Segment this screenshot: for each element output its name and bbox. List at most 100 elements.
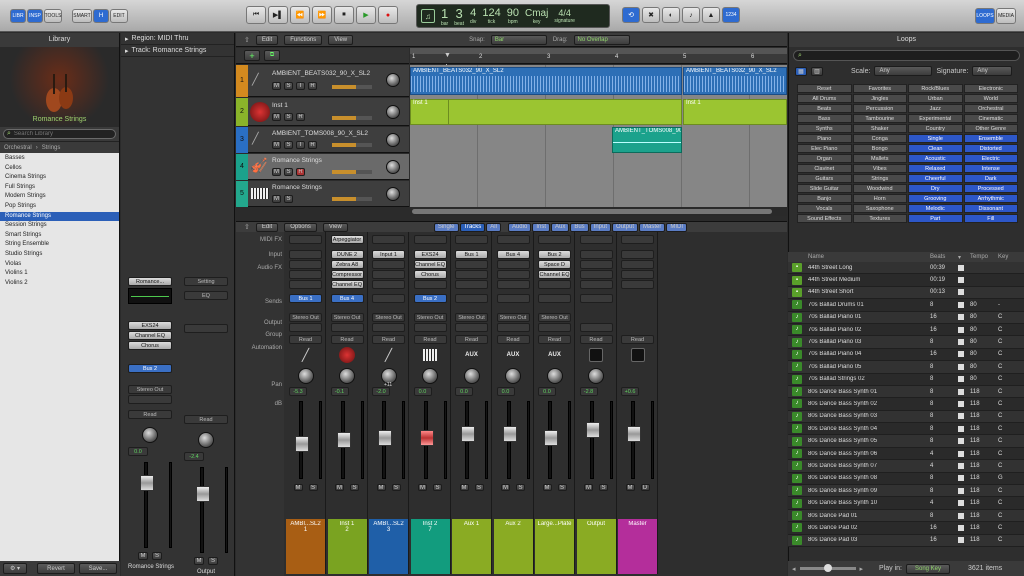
keyword-button[interactable]: Shaker bbox=[852, 124, 907, 133]
cycle-icon[interactable]: ⟲ bbox=[622, 7, 640, 23]
empty-fx-slot[interactable] bbox=[372, 260, 405, 269]
output-slot[interactable]: Stereo Out bbox=[455, 313, 488, 322]
solo-button[interactable]: S bbox=[557, 484, 567, 491]
filter-all[interactable]: All bbox=[486, 222, 501, 232]
midi-region[interactable]: Inst 1 bbox=[683, 99, 787, 125]
audio-fx-slot[interactable]: Compressor bbox=[330, 270, 364, 279]
inspector-button[interactable]: INSP bbox=[27, 9, 43, 23]
favorite-checkbox[interactable] bbox=[958, 500, 964, 507]
solo-button[interactable]: S bbox=[284, 195, 293, 203]
audio-fx-slot[interactable]: Channel EQ bbox=[413, 260, 447, 269]
solo-icon[interactable]: ♪ bbox=[682, 7, 700, 23]
keyword-button[interactable]: Fill bbox=[963, 214, 1018, 223]
rewind-icon[interactable]: ⏪ bbox=[290, 6, 310, 24]
favorite-checkbox[interactable] bbox=[958, 537, 964, 544]
favorite-checkbox[interactable] bbox=[958, 450, 964, 457]
input-slot[interactable] bbox=[579, 250, 613, 259]
favorite-checkbox[interactable] bbox=[958, 475, 964, 482]
revert-button[interactable]: Revert bbox=[37, 563, 75, 574]
library-item[interactable]: Session Strings bbox=[0, 221, 119, 231]
track-name[interactable]: Inst 1 bbox=[272, 102, 288, 109]
volume-fader[interactable] bbox=[195, 467, 210, 553]
fader-cap[interactable] bbox=[544, 430, 558, 446]
keyword-button[interactable]: Bongo bbox=[852, 144, 907, 153]
fader-cap[interactable] bbox=[585, 422, 600, 438]
keyword-button[interactable]: Textures bbox=[852, 214, 907, 223]
back-icon[interactable]: ⇧ bbox=[244, 36, 250, 44]
pan-knob[interactable] bbox=[339, 368, 355, 384]
column-view-icon[interactable]: ▥ bbox=[811, 66, 823, 76]
keyword-button[interactable]: Slide Guitar bbox=[797, 184, 852, 193]
library-item[interactable]: Violins 1 bbox=[0, 269, 119, 279]
output-slot[interactable]: Stereo Out bbox=[538, 313, 571, 322]
pan-knob[interactable] bbox=[588, 368, 604, 384]
favorite-checkbox[interactable] bbox=[958, 314, 964, 321]
empty-fx-slot[interactable] bbox=[621, 270, 654, 279]
empty-fx-slot[interactable] bbox=[621, 260, 654, 269]
favorite-checkbox[interactable] bbox=[958, 438, 964, 445]
favorite-checkbox[interactable] bbox=[958, 363, 964, 370]
playhead-icon[interactable]: ▼ bbox=[444, 52, 451, 59]
mixer-options-menu[interactable]: Options bbox=[284, 222, 317, 232]
midi-fx-slot[interactable] bbox=[496, 235, 530, 244]
loop-row[interactable]: ♪ 80s Dance Bass Synth 04 8 118 C bbox=[788, 423, 1024, 436]
keyword-button[interactable]: Grooving bbox=[908, 194, 963, 203]
button-view-icon[interactable]: ▦ bbox=[795, 66, 807, 76]
solo-button[interactable]: S bbox=[350, 484, 359, 491]
automation-mode[interactable]: Read bbox=[413, 335, 447, 344]
solo-button[interactable]: S bbox=[433, 484, 442, 491]
solo-button[interactable]: S bbox=[599, 484, 608, 491]
favorite-checkbox[interactable] bbox=[958, 512, 964, 519]
empty-fx-slot[interactable] bbox=[413, 280, 447, 289]
go-to-start-icon[interactable]: ⏮ bbox=[246, 6, 266, 24]
midi-fx-slot[interactable] bbox=[621, 235, 654, 244]
empty-fx-slot[interactable] bbox=[538, 280, 571, 289]
input-slot[interactable]: Bus 2 bbox=[538, 250, 571, 259]
track-header[interactable]: 2 Inst 1 MSR bbox=[236, 98, 409, 126]
keyword-button[interactable]: Electric bbox=[963, 154, 1018, 163]
keyword-button[interactable]: Ensemble bbox=[963, 134, 1018, 143]
empty-fx-slot[interactable] bbox=[289, 260, 322, 269]
toolbar-button[interactable]: TOOLS bbox=[44, 9, 62, 23]
track-name[interactable]: AMBIENT_TOMS008_90_X_SL2 bbox=[272, 130, 368, 137]
empty-fx-slot[interactable] bbox=[372, 280, 405, 289]
send-slot[interactable]: Bus 4 bbox=[330, 294, 364, 303]
mute-button[interactable]: M bbox=[418, 484, 427, 491]
track-name[interactable]: Romance Strings bbox=[272, 184, 322, 191]
solo-button[interactable]: S bbox=[308, 484, 318, 491]
back-icon[interactable]: ⇧ bbox=[244, 223, 250, 231]
channel-name-label[interactable]: Aux 1 bbox=[452, 519, 491, 574]
track-volume-slider[interactable] bbox=[332, 85, 372, 89]
library-item[interactable]: Smart Strings bbox=[0, 231, 119, 241]
midi-fx-slot[interactable] bbox=[372, 235, 405, 244]
mute-button[interactable]: M bbox=[459, 484, 469, 491]
eq-button[interactable]: EQ bbox=[184, 291, 228, 300]
inspector-region-header[interactable]: Region: MIDI Thru bbox=[132, 35, 189, 42]
library-item[interactable]: Pop Strings bbox=[0, 202, 119, 212]
loops-button[interactable]: LOOPS bbox=[975, 8, 995, 24]
empty-fx-slot[interactable] bbox=[496, 260, 530, 269]
track-pan-knob[interactable] bbox=[386, 160, 400, 174]
library-item-selected[interactable]: Romance Strings bbox=[0, 211, 119, 222]
volume-fader[interactable] bbox=[502, 401, 517, 479]
output-slot[interactable]: Stereo Out bbox=[330, 313, 364, 322]
volume-fader[interactable] bbox=[295, 401, 309, 479]
loop-row[interactable]: ♪ 80s Dance Pad 02 16 118 C bbox=[788, 522, 1024, 535]
audio-fx-slot[interactable]: Space D bbox=[538, 260, 571, 269]
midi-fx-slot[interactable]: Arpeggiator bbox=[330, 235, 364, 244]
favorite-checkbox[interactable] bbox=[958, 351, 964, 358]
group-slot[interactable] bbox=[579, 323, 613, 332]
track-header-selected[interactable]: 4 🎻 Romance Strings MSR bbox=[236, 154, 409, 180]
send-slot[interactable]: Bus 1 bbox=[289, 294, 322, 303]
eq-display[interactable] bbox=[128, 288, 172, 304]
mute-button[interactable]: M bbox=[194, 557, 204, 565]
fader-cap[interactable] bbox=[627, 426, 641, 442]
volume-fader[interactable] bbox=[419, 401, 434, 479]
fader-cap[interactable] bbox=[378, 430, 392, 446]
solo-button[interactable]: S bbox=[516, 484, 525, 491]
channel-name-label[interactable]: AMBI...SL2 1 bbox=[286, 519, 325, 574]
favorite-checkbox[interactable] bbox=[958, 400, 964, 407]
record-enable-icon[interactable]: R bbox=[296, 113, 305, 121]
pan-knob[interactable] bbox=[422, 368, 438, 384]
send-slot[interactable] bbox=[579, 294, 613, 303]
